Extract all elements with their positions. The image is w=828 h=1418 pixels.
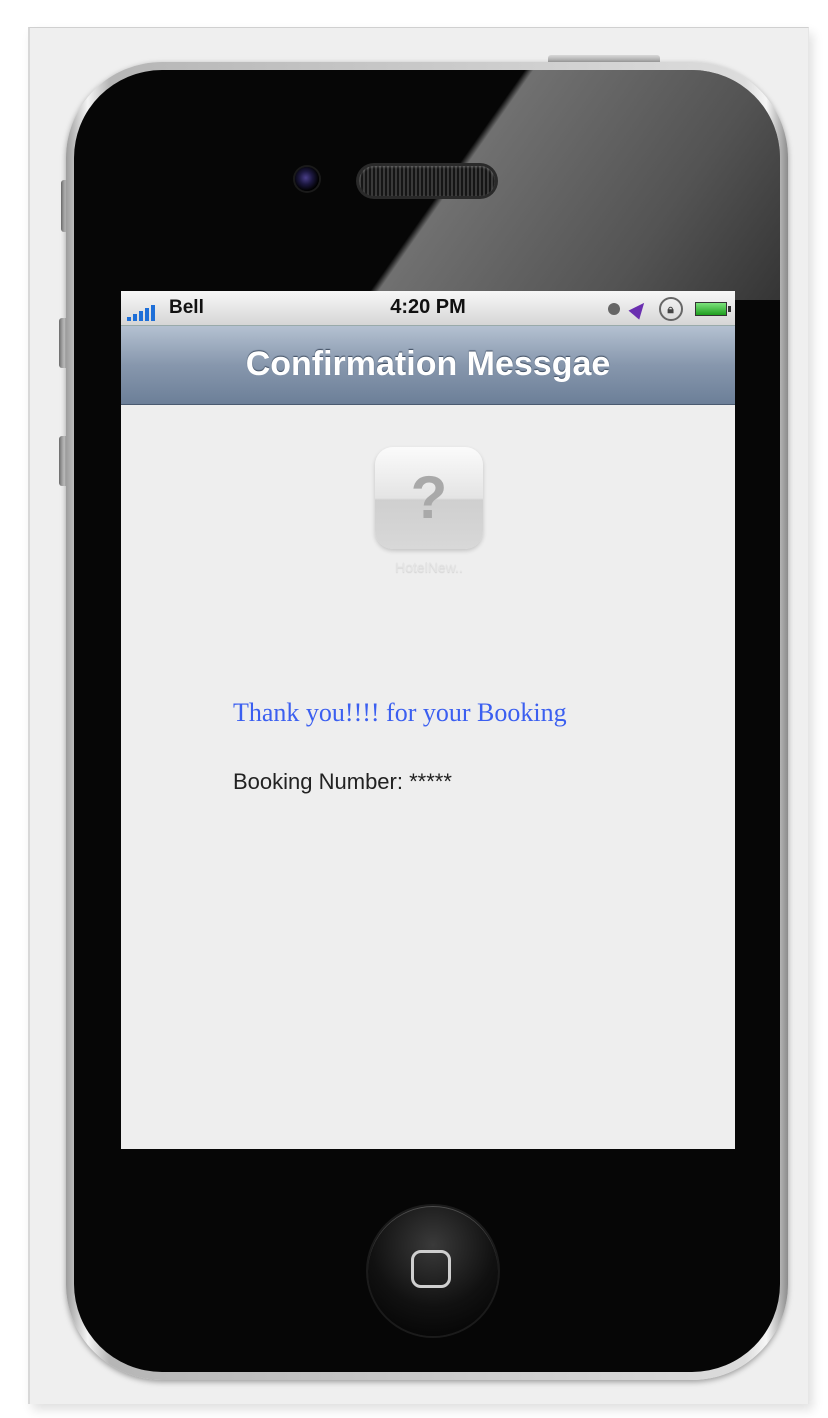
page-title: Confirmation Messgae — [245, 345, 611, 383]
thank-you-message: Thank you!!!! for your Booking — [233, 698, 567, 727]
app-icon-label: HotelNew.. — [395, 559, 463, 575]
iphone-frame: Bell 4:20 PM 🔒︎ Confirmation Messgae ? H… — [66, 62, 788, 1380]
home-square-icon — [411, 1250, 451, 1288]
home-button[interactable] — [368, 1206, 498, 1336]
question-mark-icon[interactable]: ? — [375, 447, 483, 549]
rotation-lock-icon: 🔒︎ — [658, 297, 683, 321]
navigation-bar: Confirmation Messgae — [121, 326, 735, 405]
earpiece-speaker — [359, 166, 495, 196]
battery-icon — [695, 302, 731, 316]
status-bar: Bell 4:20 PM 🔒︎ — [121, 291, 735, 326]
clock-icon — [607, 303, 620, 315]
status-icons: 🔒︎ — [600, 297, 731, 321]
phone-bezel: Bell 4:20 PM 🔒︎ Confirmation Messgae ? H… — [74, 70, 780, 1372]
location-icon — [628, 298, 650, 320]
front-camera — [295, 167, 319, 191]
phone-screen: Bell 4:20 PM 🔒︎ Confirmation Messgae ? H… — [121, 291, 735, 1149]
booking-number: Booking Number: ***** — [233, 769, 452, 794]
